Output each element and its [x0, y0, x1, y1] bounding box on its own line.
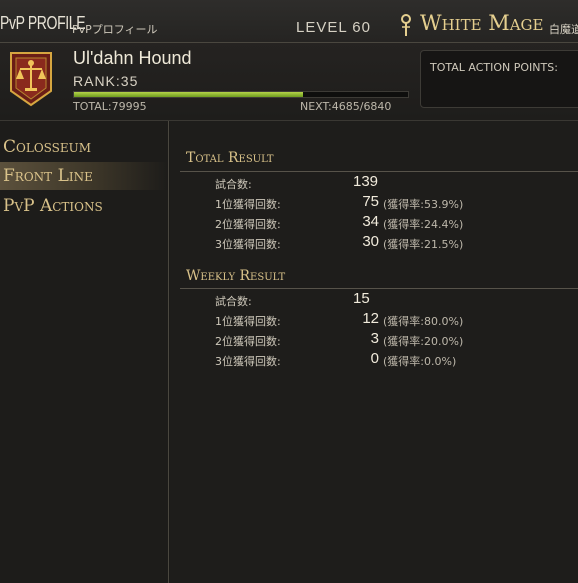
rank-label: RANK:35 — [73, 73, 139, 89]
row-rate: (獲得率:0.0%) — [383, 355, 457, 368]
row-value: 3 — [370, 330, 379, 347]
row-value: 30 — [362, 233, 379, 250]
row-value: 75 — [362, 193, 379, 210]
row-label: 3位獲得回数: — [215, 355, 281, 368]
sidebar: Colosseum Front Line PvP Actions — [0, 121, 169, 583]
total-row-matches: 試合数: 139 — [170, 173, 578, 193]
pvp-rank-emblem-icon — [10, 52, 52, 107]
next-exp: NEXT:4685/6840 — [300, 100, 392, 113]
exp-progress-bar — [73, 91, 409, 98]
sidebar-item-pvp-actions[interactable]: PvP Actions — [0, 192, 168, 220]
section-divider — [180, 288, 578, 289]
weekly-row-matches: 試合数: 15 — [170, 290, 578, 310]
row-value: 139 — [353, 173, 379, 190]
results-panel: Total Result 試合数: 139 1位獲得回数: 75 (獲得率:53… — [170, 121, 578, 583]
total-exp: TOTAL:79995 — [73, 100, 147, 113]
title-bar: PvP PROFILE PvPプロフィール LEVEL 60 White Mag… — [0, 0, 578, 43]
row-value: 0 — [370, 350, 379, 367]
character-name: Ul'dahn Hound — [73, 48, 192, 68]
total-result-title: Total Result — [186, 150, 274, 166]
level-label: LEVEL 60 — [296, 19, 371, 36]
row-rate: (獲得率:20.0%) — [383, 335, 464, 348]
profile-header: Ul'dahn Hound RANK:35 TOTAL:79995 NEXT:4… — [0, 43, 578, 121]
row-label: 試合数: — [215, 295, 252, 308]
row-rate: (獲得率:24.4%) — [383, 218, 464, 231]
sidebar-item-front-line[interactable]: Front Line — [0, 162, 168, 190]
section-divider — [180, 171, 578, 172]
row-label: 3位獲得回数: — [215, 238, 281, 251]
row-label: 2位獲得回数: — [215, 218, 281, 231]
sidebar-item-colosseum[interactable]: Colosseum — [0, 133, 168, 161]
row-rate: (獲得率:53.9%) — [383, 198, 464, 211]
row-value: 15 — [353, 290, 370, 307]
job-name: White Mage — [420, 11, 544, 35]
total-row-second: 2位獲得回数: 34 (獲得率:24.4%) — [170, 213, 578, 233]
job-name-jp: 白魔道 — [549, 23, 578, 36]
exp-progress-fill — [74, 92, 303, 97]
weekly-row-second: 2位獲得回数: 3 (獲得率:20.0%) — [170, 330, 578, 350]
row-rate: (獲得率:21.5%) — [383, 238, 464, 251]
row-value: 34 — [362, 213, 379, 230]
row-label: 1位獲得回数: — [215, 198, 281, 211]
row-rate: (獲得率:80.0%) — [383, 315, 464, 328]
weekly-row-first: 1位獲得回数: 12 (獲得率:80.0%) — [170, 310, 578, 330]
row-label: 1位獲得回数: — [215, 315, 281, 328]
total-row-third: 3位獲得回数: 30 (獲得率:21.5%) — [170, 233, 578, 253]
weekly-row-third: 3位獲得回数: 0 (獲得率:0.0%) — [170, 350, 578, 370]
action-points-label: TOTAL ACTION POINTS: — [430, 61, 558, 74]
row-label: 試合数: — [215, 178, 252, 191]
action-points-panel: TOTAL ACTION POINTS: — [420, 50, 578, 108]
weekly-result-title: Weekly Result — [186, 268, 286, 284]
row-label: 2位獲得回数: — [215, 335, 281, 348]
window-subtitle: PvPプロフィール — [72, 23, 158, 36]
row-value: 12 — [362, 310, 379, 327]
total-row-first: 1位獲得回数: 75 (獲得率:53.9%) — [170, 193, 578, 213]
staff-icon — [401, 14, 411, 36]
